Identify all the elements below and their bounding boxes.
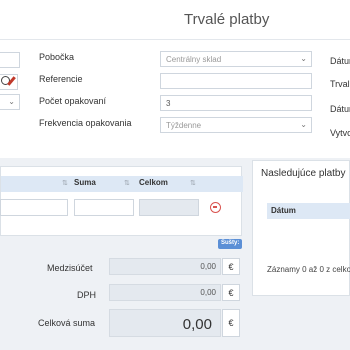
pobocka-select[interactable]: Centrálny sklad ⌄ (160, 51, 312, 67)
datum-label: Dátum (330, 56, 350, 66)
sort-icon[interactable]: ⇅ (190, 179, 196, 187)
chevron-down-icon: ⌄ (8, 97, 15, 106)
currency-label: € (222, 309, 240, 337)
sort-icon[interactable]: ⇅ (62, 179, 68, 187)
datum-label-2: Dátum (330, 104, 350, 114)
pocet-opakovani-label: Počet opakovaní (39, 96, 107, 106)
left-search-field[interactable] (0, 74, 18, 90)
pocet-opakovani-input[interactable]: 3 (160, 95, 312, 111)
medzisucet-label: Medzisúčet (47, 263, 93, 273)
frekvencia-value: Týždenne (166, 121, 202, 130)
next-payments-title: Nasledujúce platby (261, 168, 346, 179)
vytvorene-label: Vytvo (330, 128, 350, 138)
form-panel: ⌄ Pobočka Centrálny sklad ⌄ Referencie P… (0, 40, 350, 158)
referencie-label: Referencie (39, 74, 83, 84)
frekvencia-select[interactable]: Týždenne ⌄ (160, 117, 312, 133)
trvala-label: Trvalá (330, 79, 350, 89)
remove-row-icon[interactable] (210, 202, 221, 213)
column-datum[interactable]: Dátum (271, 206, 296, 215)
left-field-1[interactable] (0, 52, 20, 68)
medzisucet-value: 0,00 (109, 258, 221, 275)
next-payments-panel: Nasledujúce platby Dátum Záznamy 0 až 0 … (252, 160, 350, 296)
column-celkom[interactable]: Celkom (139, 178, 168, 187)
sums-badge: Sušty: (218, 239, 243, 249)
frekvencia-label: Frekvencia opakovania (39, 118, 132, 128)
currency-label: € (222, 284, 240, 301)
item-celkom-value (139, 199, 199, 216)
referencie-input[interactable] (160, 73, 312, 89)
celkova-suma-value: 0,00 (109, 309, 221, 337)
item-suma-input[interactable] (74, 199, 134, 216)
pocet-opakovani-value: 3 (166, 99, 171, 108)
column-suma[interactable]: Suma (74, 178, 96, 187)
page-title: Trvalé platby (184, 11, 270, 28)
pobocka-value: Centrálny sklad (166, 55, 222, 64)
items-table: ⇅ Suma ⇅ Celkom ⇅ (0, 166, 243, 236)
table-header: ⇅ Suma ⇅ Celkom ⇅ (1, 176, 243, 192)
celkova-suma-label: Celková suma (38, 318, 96, 328)
top-bar: Trvalé platby (0, 0, 350, 40)
pobocka-label: Pobočka (39, 52, 75, 62)
records-info: Záznamy 0 až 0 z celko (267, 265, 350, 274)
next-payments-header: Dátum (267, 203, 350, 219)
chevron-down-icon: ⌄ (300, 120, 307, 129)
currency-label: € (222, 258, 240, 275)
sort-icon[interactable]: ⇅ (124, 179, 130, 187)
dph-value: 0,00 (109, 284, 221, 301)
item-name-input[interactable] (0, 199, 68, 216)
left-select-field[interactable]: ⌄ (0, 94, 20, 110)
chevron-down-icon: ⌄ (300, 54, 307, 63)
dph-label: DPH (77, 290, 97, 300)
